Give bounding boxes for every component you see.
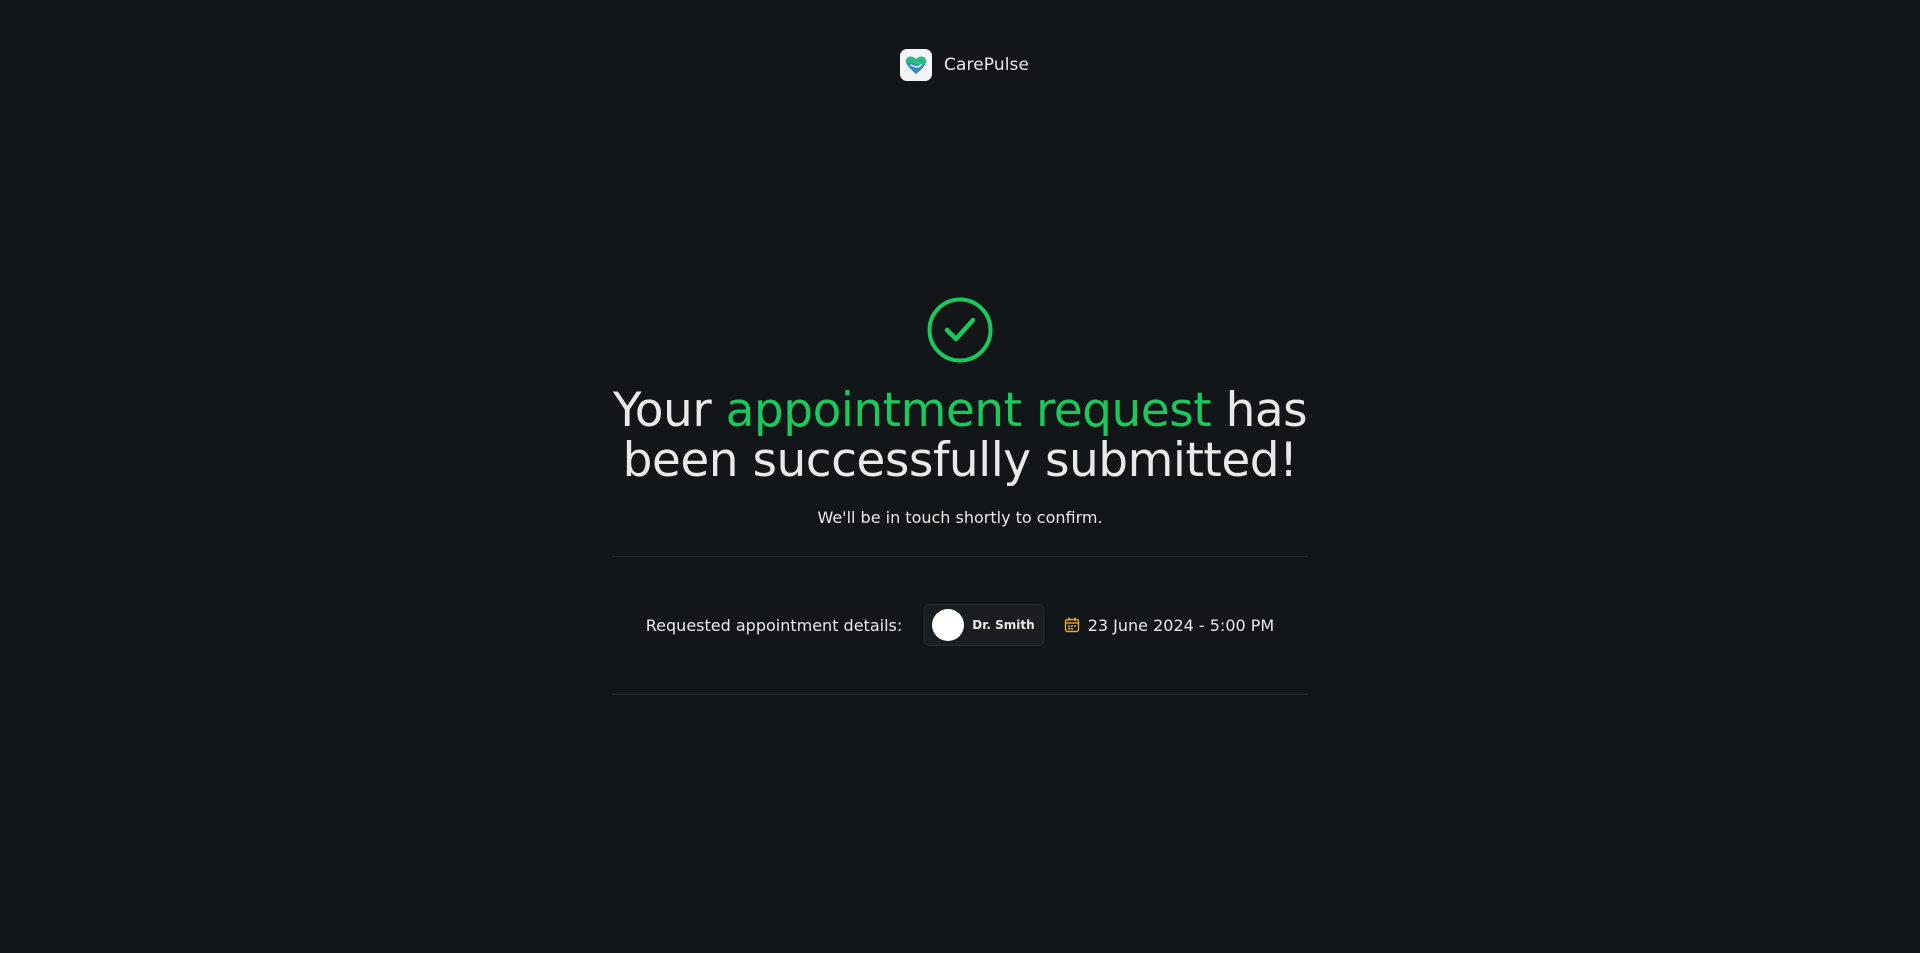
details-label: Requested appointment details: [645,615,903,635]
headline-accent: appointment request [725,383,1212,438]
appointment-details: Requested appointment details: Dr. Smith [612,604,1308,646]
headline-text: Your [612,383,726,438]
heart-logo-icon [900,49,932,81]
doctor-chip: Dr. Smith [924,604,1044,646]
calendar-icon [1064,617,1080,633]
brand-link[interactable]: CarePulse [900,49,1029,81]
confirmation-subtext: We'll be in touch shortly to confirm. [817,508,1103,527]
divider [612,556,1308,557]
doctor-name: Dr. Smith [972,618,1035,632]
check-circle-icon [927,297,993,363]
doctor-avatar [932,609,965,641]
success-headline: Your appointment request has been succes… [560,386,1360,486]
appointment-datetime: 23 June 2024 - 5:00 PM [1064,615,1275,635]
brand-name: CarePulse [944,55,1030,75]
appointment-datetime-text: 23 June 2024 - 5:00 PM [1087,615,1275,635]
appointment-success-page: CarePulse Your appointment request has b… [0,0,1920,953]
divider [612,694,1308,695]
